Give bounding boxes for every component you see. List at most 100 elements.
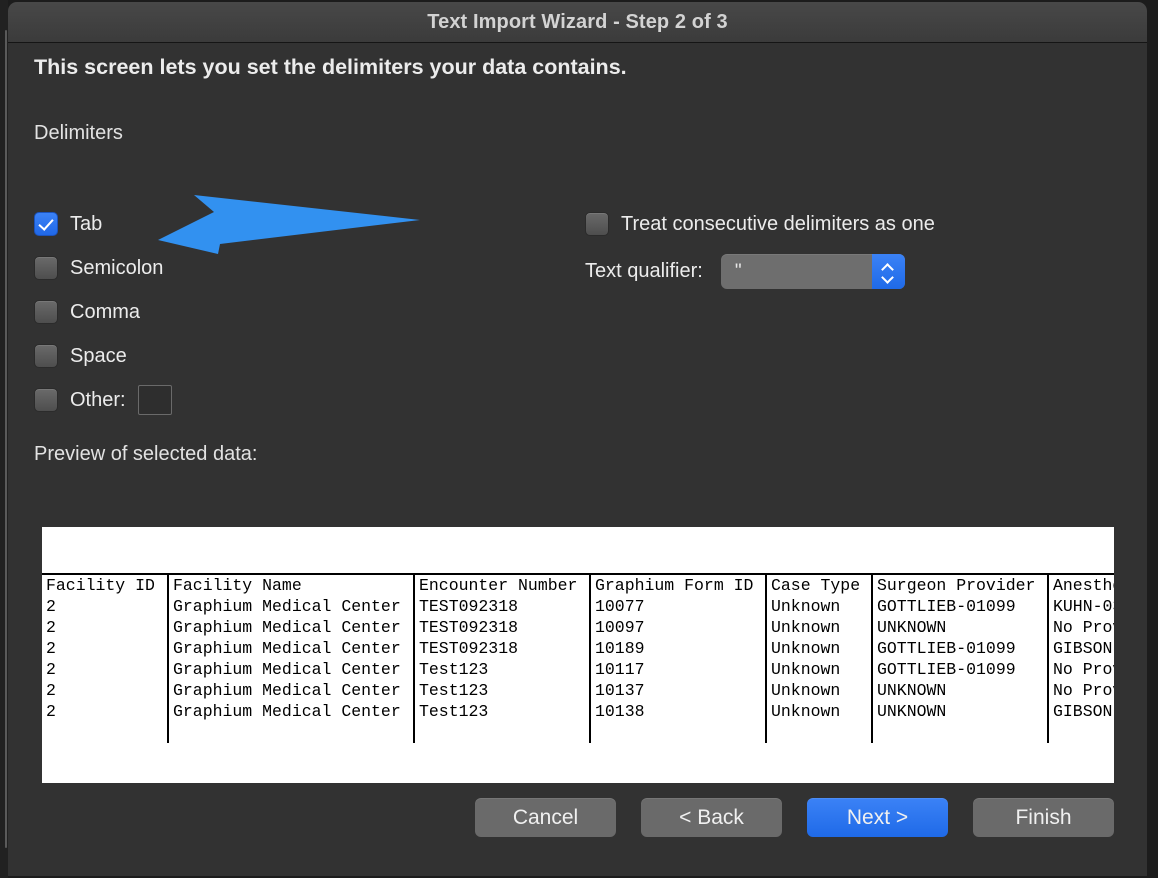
checkbox-semicolon[interactable] [34,256,58,280]
table-row-cell: 10097 [590,617,767,638]
checkbox-row-semicolon[interactable]: Semicolon [34,255,163,281]
table-row-cell: TEST092318 [414,617,591,638]
dialog-button-bar: Cancel < Back Next > Finish [0,798,1158,837]
preview-filler-row [42,722,1114,743]
table-row-cell: Graphium Medical Center [168,638,415,659]
table-row-cell: TEST092318 [414,596,591,617]
chevron-up-icon [882,264,894,271]
back-button[interactable]: < Back [641,798,782,837]
table-row-cell: 2 [42,659,169,680]
table-row-cell: Graphium Medical Center [168,701,415,722]
checkbox-label-other: Other: [70,388,126,411]
table-row-cell: GIBSON-030 [1053,702,1114,721]
table-row: 2 Graphium Medical Center Test123 10138 Unkn… [42,701,1114,722]
table-row-cell: 10189 [590,638,767,659]
text-qualifier-row: Text qualifier: " [585,254,905,289]
table-row-cell: 10117 [590,659,767,680]
checkbox-space[interactable] [34,344,58,368]
table-row: 2 Graphium Medical Center TEST092318 10097 U… [42,617,1114,638]
table-row-cell: Unknown [766,680,873,701]
table-row-cell: 10077 [590,596,767,617]
text-qualifier-combobox[interactable]: " [720,254,905,289]
preview-header-row-cell: Encounter Number [414,575,591,596]
next-button[interactable]: Next > [807,798,948,837]
checkbox-row-tab[interactable]: Tab [34,211,102,237]
table-row-cell: GOTTLIEB-01099 [872,596,1049,617]
preview-ruler-strip[interactable] [42,527,1114,575]
table-row-cell: No Provide [1053,660,1114,679]
window-titlebar: Text Import Wizard - Step 2 of 3 [8,2,1147,43]
preview-table: Facility ID Facility Name Encounter Number… [42,575,1114,743]
preview-filler-cell [42,722,169,743]
checkbox-row-other[interactable]: Other: [34,385,172,415]
table-row-cell: GOTTLIEB-01099 [872,638,1049,659]
table-row-cell: Unknown [766,701,873,722]
window-edge-highlight [5,30,7,848]
table-row-cell: UNKNOWN [872,617,1049,638]
preview-filler-cell [1048,722,1114,743]
table-row-cell: KUHN-03020 [1053,597,1114,616]
table-row-cell: Unknown [766,659,873,680]
preview-header-row-cell: Anesthesia [1053,576,1114,595]
table-row-cell: Unknown [766,596,873,617]
table-row: 2 Graphium Medical Center TEST092318 10189 U… [42,638,1114,659]
table-row-cell: UNKNOWN [872,701,1049,722]
table-row-cell: 10137 [590,680,767,701]
table-row: 2 Graphium Medical Center Test123 10137 Unkn… [42,680,1114,701]
checkbox-row-consecutive-delimiters[interactable]: Treat consecutive delimiters as one [585,212,935,236]
table-row-cell: Unknown [766,617,873,638]
page-title: This screen lets you set the delimiters … [34,55,627,79]
chevron-down-icon [882,273,894,280]
table-row: 2 Graphium Medical Center TEST092318 10077 U… [42,596,1114,617]
table-row-cell: Unknown [766,638,873,659]
table-row-cell: UNKNOWN [872,680,1049,701]
preview-section-label: Preview of selected data: [34,443,258,465]
table-row-cell: No Provide [1053,618,1114,637]
text-qualifier-stepper[interactable] [871,254,905,289]
table-row-cell: GIBSON-030 [1053,639,1114,658]
preview-filler-cell [872,722,1049,743]
table-row-cell: Test123 [414,659,591,680]
preview-header-row-cell: Facility Name [168,575,415,596]
checkbox-tab[interactable] [34,212,58,236]
preview-filler-cell [766,722,873,743]
preview-filler-cell [414,722,591,743]
preview-header-row: Facility ID Facility Name Encounter Number… [42,575,1114,596]
preview-header-row-cell: Graphium Form ID [590,575,767,596]
table-row-cell: GOTTLIEB-01099 [872,659,1049,680]
preview-header-row-cell: Facility ID [42,575,169,596]
table-row-cell: 2 [42,596,169,617]
table-row-cell: Test123 [414,680,591,701]
text-qualifier-label: Text qualifier: [585,260,703,282]
delimiters-group-label: Delimiters [34,122,123,144]
other-delimiter-input[interactable] [137,385,172,415]
finish-button[interactable]: Finish [973,798,1114,837]
window-title: Text Import Wizard - Step 2 of 3 [427,10,728,33]
table-row-cell: 10138 [590,701,767,722]
table-row-cell: TEST092318 [414,638,591,659]
cancel-button[interactable]: Cancel [475,798,616,837]
preview-header-row-cell: Surgeon Provider [872,575,1049,596]
checkbox-row-comma[interactable]: Comma [34,299,140,325]
text-import-wizard-window: Text Import Wizard - Step 2 of 3 This sc… [0,0,1158,878]
table-row: 2 Graphium Medical Center Test123 10117 Unkn… [42,659,1114,680]
data-preview-pane[interactable]: Facility ID Facility Name Encounter Number… [42,527,1114,783]
text-qualifier-value: " [734,260,743,282]
checkbox-label-comma: Comma [70,300,141,323]
checkbox-treat-consecutive-delimiters-as-one[interactable] [585,212,609,236]
table-row-cell: No Provide [1053,681,1114,700]
checkbox-comma[interactable] [34,300,58,324]
table-row-cell: Graphium Medical Center [168,617,415,638]
checkbox-label-tab: Tab [70,212,103,235]
table-row-cell: 2 [42,638,169,659]
table-row-cell: 2 [42,701,169,722]
preview-header-row-cell: Case Type [766,575,873,596]
preview-filler-cell [590,722,767,743]
table-row-cell: Graphium Medical Center [168,680,415,701]
table-row-cell: 2 [42,680,169,701]
preview-filler-cell [168,722,415,743]
table-row-cell: Graphium Medical Center [168,659,415,680]
checkbox-row-space[interactable]: Space [34,343,127,369]
checkbox-other[interactable] [34,388,58,412]
table-row-cell: Test123 [414,701,591,722]
